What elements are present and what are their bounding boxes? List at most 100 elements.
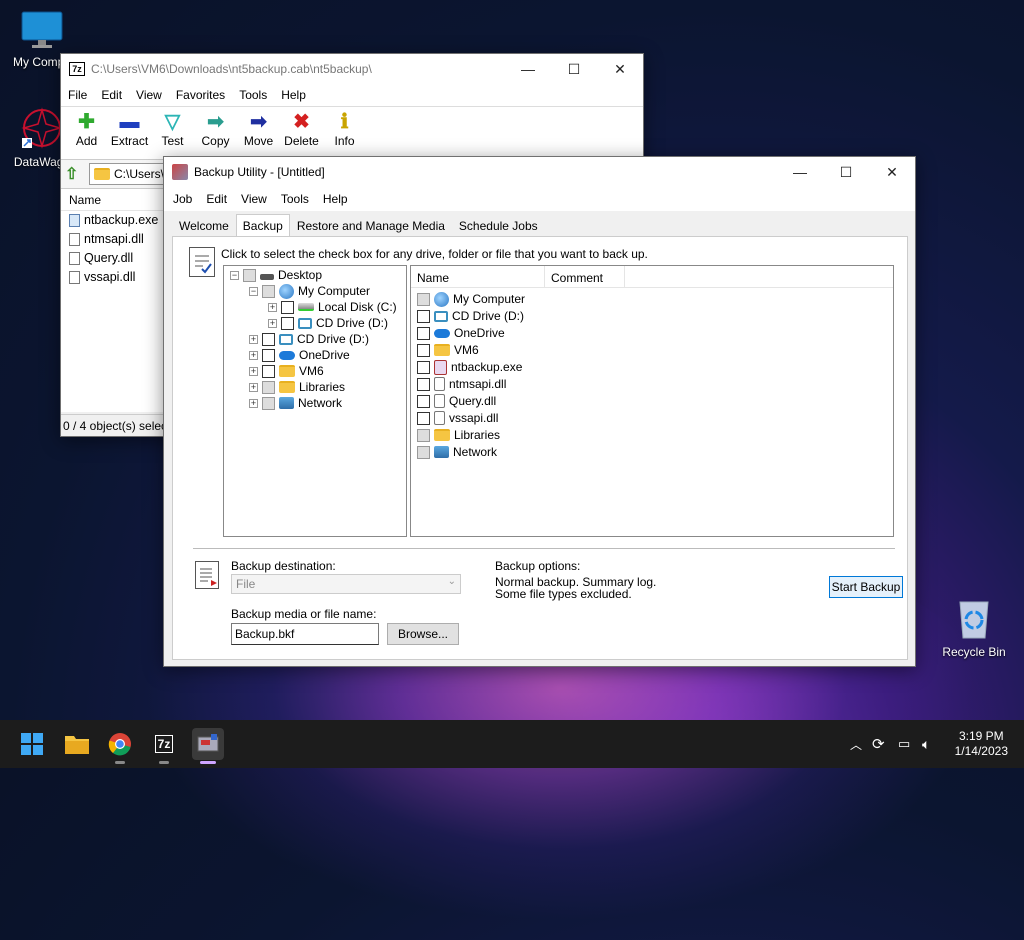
media-filename-input[interactable]: Backup.bkf: [231, 623, 379, 645]
network-icon[interactable]: ▭: [898, 736, 922, 752]
toolbar-copy-button[interactable]: ➡ Copy: [194, 107, 237, 159]
tree-checkbox[interactable]: [262, 364, 275, 378]
destination-select[interactable]: File ⌄: [231, 574, 461, 594]
tree-checkbox[interactable]: [262, 380, 275, 394]
list-item[interactable]: Network: [417, 444, 497, 460]
collapse-icon[interactable]: −: [249, 286, 258, 296]
close-icon[interactable]: ✕: [597, 54, 643, 84]
list-checkbox[interactable]: [417, 445, 430, 459]
toolbar-test-button[interactable]: ▽ Test: [151, 107, 194, 159]
backup-folder-tree[interactable]: − Desktop − My Computer + Local Disk (C:) + CD …: [223, 265, 407, 537]
volume-icon[interactable]: 🔈︎: [922, 736, 942, 753]
tree-node[interactable]: + VM6: [249, 363, 324, 379]
expand-icon[interactable]: +: [268, 302, 277, 312]
list-item[interactable]: CD Drive (D:): [417, 308, 524, 324]
menu-view[interactable]: View: [129, 88, 169, 102]
expand-icon[interactable]: +: [268, 318, 277, 328]
expand-icon[interactable]: +: [249, 382, 258, 392]
list-item[interactable]: OneDrive: [417, 325, 505, 341]
list-checkbox[interactable]: [417, 343, 430, 357]
tab-schedule-jobs[interactable]: Schedule Jobs: [452, 214, 545, 236]
list-checkbox[interactable]: [417, 309, 430, 323]
menu-tools[interactable]: Tools: [274, 192, 316, 206]
toolbar-delete-button[interactable]: ✖ Delete: [280, 107, 323, 159]
sync-alert-icon[interactable]: ⟳: [872, 735, 898, 753]
column-header-name[interactable]: Name: [411, 266, 545, 287]
tree-node[interactable]: + Network: [249, 395, 342, 411]
tab-backup[interactable]: Backup: [235, 214, 290, 236]
backup-titlebar[interactable]: Backup Utility - [Untitled] — ☐ ✕: [164, 157, 915, 187]
file-name: vssapi.dll: [84, 270, 136, 284]
column-header-comment[interactable]: Comment: [545, 266, 625, 287]
toolbar-add-button[interactable]: ✚ Add: [65, 107, 108, 159]
list-checkbox[interactable]: [417, 394, 430, 408]
list-item[interactable]: My Computer: [417, 291, 525, 307]
minimize-icon[interactable]: —: [777, 157, 823, 187]
tree-node[interactable]: + CD Drive (D:): [268, 315, 388, 331]
maximize-icon[interactable]: ☐: [551, 54, 597, 84]
backup-file-list[interactable]: Name Comment My Computer CD Drive (D:) One…: [410, 265, 894, 537]
toolbar-extract-button[interactable]: ▬ Extract: [108, 107, 151, 159]
list-item[interactable]: Query.dll: [417, 393, 496, 409]
close-icon[interactable]: ✕: [869, 157, 915, 187]
list-checkbox[interactable]: [417, 428, 430, 442]
tree-node[interactable]: + OneDrive: [249, 347, 350, 363]
menu-job[interactable]: Job: [166, 192, 199, 206]
menu-file[interactable]: File: [61, 88, 94, 102]
maximize-icon[interactable]: ☐: [823, 157, 869, 187]
list-checkbox[interactable]: [417, 326, 430, 340]
minimize-icon[interactable]: —: [505, 54, 551, 84]
list-item[interactable]: vssapi.dll: [417, 410, 498, 426]
tree-checkbox[interactable]: [262, 284, 275, 298]
menu-view[interactable]: View: [234, 192, 274, 206]
list-checkbox[interactable]: [417, 292, 430, 306]
tree-checkbox[interactable]: [281, 300, 294, 314]
expand-icon[interactable]: +: [249, 334, 258, 344]
menu-tools[interactable]: Tools: [232, 88, 274, 102]
tab-welcome[interactable]: Welcome: [172, 214, 236, 236]
sevenzip-titlebar[interactable]: 7z C:\Users\VM6\Downloads\nt5backup.cab\…: [61, 54, 643, 84]
collapse-icon[interactable]: −: [230, 270, 239, 280]
tree-checkbox[interactable]: [281, 316, 294, 330]
list-item[interactable]: ntmsapi.dll: [417, 376, 506, 392]
start-backup-button[interactable]: Start Backup: [829, 576, 903, 598]
expand-icon[interactable]: +: [249, 350, 258, 360]
tree-node[interactable]: − My Computer: [249, 283, 370, 299]
tab-restore-and-manage-media[interactable]: Restore and Manage Media: [290, 214, 452, 236]
toolbar-info-button[interactable]: ℹ Info: [323, 107, 366, 159]
list-item[interactable]: ntbackup.exe: [417, 359, 522, 375]
menu-edit[interactable]: Edit: [199, 192, 234, 206]
local-disk-icon: [298, 303, 314, 311]
tree-checkbox[interactable]: [243, 268, 256, 282]
tree-node[interactable]: + CD Drive (D:): [249, 331, 369, 347]
taskbar-7zip[interactable]: 7z: [148, 728, 180, 764]
list-checkbox[interactable]: [417, 377, 430, 391]
browse-button[interactable]: Browse...: [387, 623, 459, 645]
tree-checkbox[interactable]: [262, 396, 275, 410]
list-item[interactable]: VM6: [417, 342, 479, 358]
tree-checkbox[interactable]: [262, 348, 275, 362]
menu-help[interactable]: Help: [316, 192, 355, 206]
taskbar-chrome[interactable]: [104, 728, 136, 764]
toolbar-move-button[interactable]: ➡ Move: [237, 107, 280, 159]
desktop-icon-recycle-bin[interactable]: Recycle Bin: [932, 596, 1016, 659]
list-item[interactable]: Libraries: [417, 427, 500, 443]
menu-favorites[interactable]: Favorites: [169, 88, 232, 102]
menu-edit[interactable]: Edit: [94, 88, 129, 102]
chevron-up-icon[interactable]: ︿: [850, 736, 866, 753]
up-folder-icon[interactable]: ⇧: [65, 164, 89, 184]
taskbar-backup-utility[interactable]: [192, 728, 224, 764]
tree-node[interactable]: + Local Disk (C:): [268, 299, 397, 315]
list-checkbox[interactable]: [417, 360, 430, 374]
expand-icon[interactable]: +: [249, 366, 258, 376]
taskbar-file-explorer[interactable]: [61, 728, 93, 760]
tree-node[interactable]: − Desktop: [230, 267, 322, 283]
tree-node[interactable]: + Libraries: [249, 379, 345, 395]
start-button[interactable]: [16, 728, 48, 760]
expand-icon[interactable]: +: [249, 398, 258, 408]
clock[interactable]: 3:19 PM 1/14/2023: [955, 729, 1008, 759]
list-checkbox[interactable]: [417, 411, 430, 425]
tree-checkbox[interactable]: [262, 332, 275, 346]
backup-utility-window[interactable]: Backup Utility - [Untitled] — ☐ ✕ Job Edi…: [163, 156, 916, 667]
menu-help[interactable]: Help: [274, 88, 313, 102]
